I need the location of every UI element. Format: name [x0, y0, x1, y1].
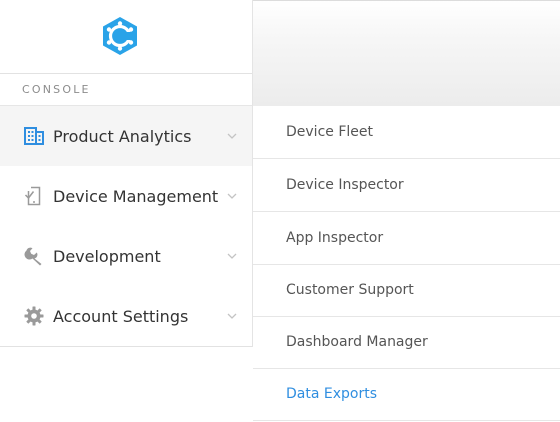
- sidebar-item-label: Account Settings: [53, 306, 189, 326]
- submenu-item-label: Device Inspector: [286, 177, 404, 193]
- submenu-item-label: Device Fleet: [286, 124, 373, 140]
- submenu-item-device-fleet[interactable]: Device Fleet: [253, 106, 560, 159]
- submenu-item-label: Data Exports: [286, 386, 377, 402]
- submenu-item-label: App Inspector: [286, 230, 384, 246]
- sidebar-item-development[interactable]: Development: [0, 226, 252, 286]
- submenu-item-label: Customer Support: [286, 282, 414, 298]
- wrench-icon: [24, 247, 42, 266]
- sidebar-item-product-analytics[interactable]: Product Analytics: [0, 106, 252, 166]
- submenu-item-device-inspector[interactable]: Device Inspector: [253, 159, 560, 212]
- content-backdrop: [252, 0, 560, 106]
- submenu-item-app-inspector[interactable]: App Inspector: [253, 212, 560, 265]
- section-label: CONSOLE: [22, 83, 91, 96]
- submenu-item-dashboard-manager[interactable]: Dashboard Manager: [253, 316, 560, 369]
- logo-area: [0, 0, 252, 74]
- sidebar-item-label: Device Management: [53, 186, 219, 206]
- chevron-down-icon: [227, 313, 237, 319]
- submenu-item-customer-support[interactable]: Customer Support: [253, 264, 560, 317]
- hexagon-c-logo-icon[interactable]: [101, 16, 139, 56]
- sidebar: CONSOLE Product Analytics Device Managem…: [0, 0, 253, 347]
- tablet-check-icon: [24, 186, 41, 206]
- submenu-item-label: Dashboard Manager: [286, 334, 428, 350]
- sidebar-bottom-divider: [0, 346, 252, 347]
- gear-icon: [24, 306, 44, 326]
- sidebar-item-label: Product Analytics: [53, 126, 192, 146]
- submenu-item-data-exports[interactable]: Data Exports: [253, 368, 560, 421]
- chevron-down-icon: [227, 253, 237, 259]
- sidebar-item-account-settings[interactable]: Account Settings: [0, 286, 252, 346]
- product-analytics-submenu: Device Fleet Device Inspector App Inspec…: [253, 106, 560, 422]
- sidebar-item-label: Development: [53, 246, 161, 266]
- chevron-down-icon: [227, 193, 237, 199]
- chevron-down-icon: [227, 133, 237, 139]
- sidebar-item-device-management[interactable]: Device Management: [0, 166, 252, 226]
- building-icon: [24, 127, 44, 145]
